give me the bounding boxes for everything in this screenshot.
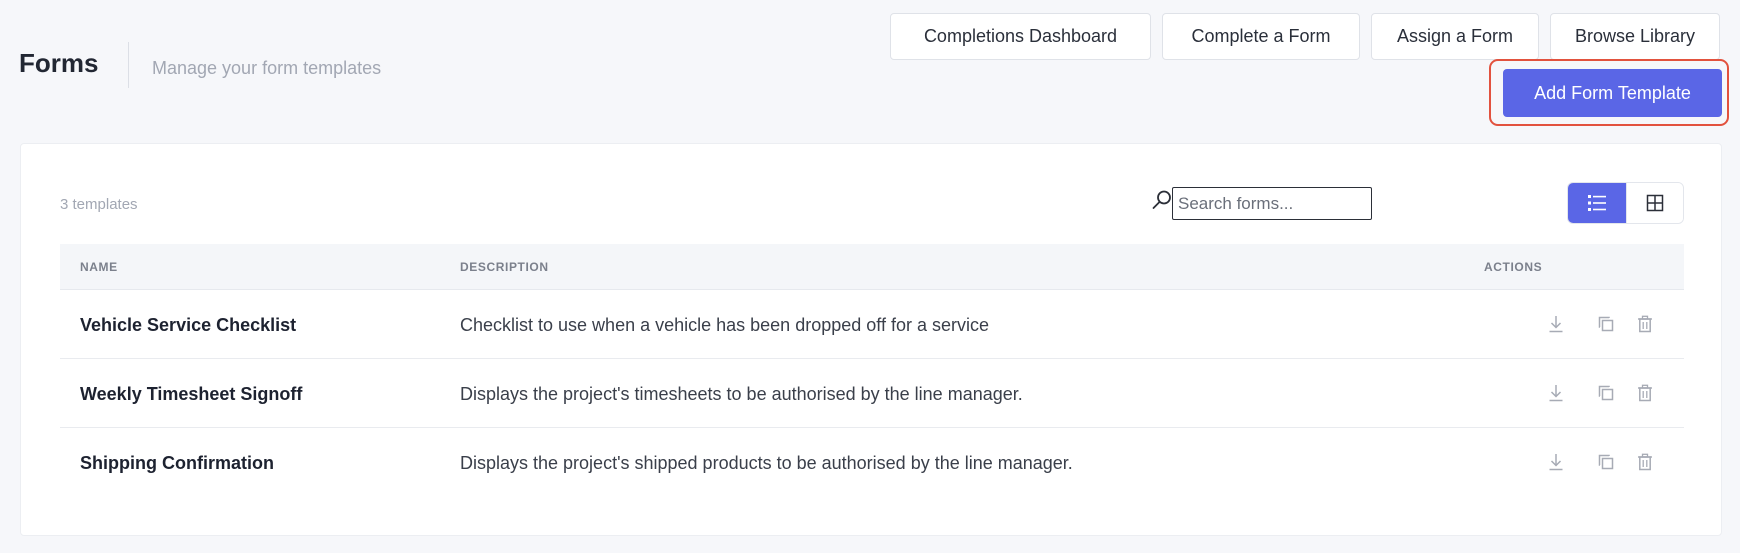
table-header: NAME DESCRIPTION ACTIONS: [60, 244, 1684, 290]
template-name[interactable]: Vehicle Service Checklist: [80, 315, 296, 336]
copy-icon[interactable]: [1596, 452, 1616, 472]
template-name[interactable]: Weekly Timesheet Signoff: [80, 384, 302, 405]
download-icon[interactable]: [1546, 314, 1566, 334]
template-description: Displays the project's timesheets to be …: [460, 384, 1023, 404]
list-view-button[interactable]: [1568, 183, 1626, 223]
column-header-description: DESCRIPTION: [460, 260, 549, 274]
table-row[interactable]: Vehicle Service Checklist Checklist to u…: [60, 290, 1684, 359]
trash-icon[interactable]: [1635, 452, 1655, 472]
download-icon[interactable]: [1546, 452, 1566, 472]
column-header-actions: ACTIONS: [1484, 260, 1543, 274]
download-icon[interactable]: [1546, 383, 1566, 403]
page-title: Forms: [19, 48, 99, 78]
table-row[interactable]: Shipping Confirmation Displays the proje…: [60, 428, 1684, 497]
search-icon: [1152, 190, 1171, 209]
view-toggle: [1567, 182, 1684, 224]
grid-view-button[interactable]: [1625, 183, 1683, 223]
template-description: Checklist to use when a vehicle has been…: [460, 315, 989, 335]
trash-icon[interactable]: [1635, 314, 1655, 334]
complete-form-button[interactable]: Complete a Form: [1162, 13, 1360, 60]
grid-view-icon: [1646, 194, 1663, 212]
assign-form-button[interactable]: Assign a Form: [1371, 13, 1539, 60]
list-view-icon: [1587, 195, 1606, 211]
search-input[interactable]: [1172, 187, 1372, 220]
copy-icon[interactable]: [1596, 314, 1616, 334]
copy-icon[interactable]: [1596, 383, 1616, 403]
completions-dashboard-button[interactable]: Completions Dashboard: [890, 13, 1151, 60]
browse-library-button[interactable]: Browse Library: [1550, 13, 1720, 60]
template-name[interactable]: Shipping Confirmation: [80, 453, 274, 474]
table-row[interactable]: Weekly Timesheet Signoff Displays the pr…: [60, 359, 1684, 428]
templates-panel: 3 templates NAME DESCRIPTION: [20, 143, 1722, 536]
trash-icon[interactable]: [1635, 383, 1655, 403]
template-description: Displays the project's shipped products …: [460, 453, 1073, 473]
add-form-template-button[interactable]: Add Form Template: [1503, 69, 1722, 117]
column-header-name: NAME: [80, 260, 118, 274]
title-divider: [128, 42, 129, 88]
page-subtitle: Manage your form templates: [152, 58, 382, 78]
page-header: Forms Manage your form templates Complet…: [0, 0, 1740, 140]
template-count: 3 templates: [60, 196, 138, 213]
